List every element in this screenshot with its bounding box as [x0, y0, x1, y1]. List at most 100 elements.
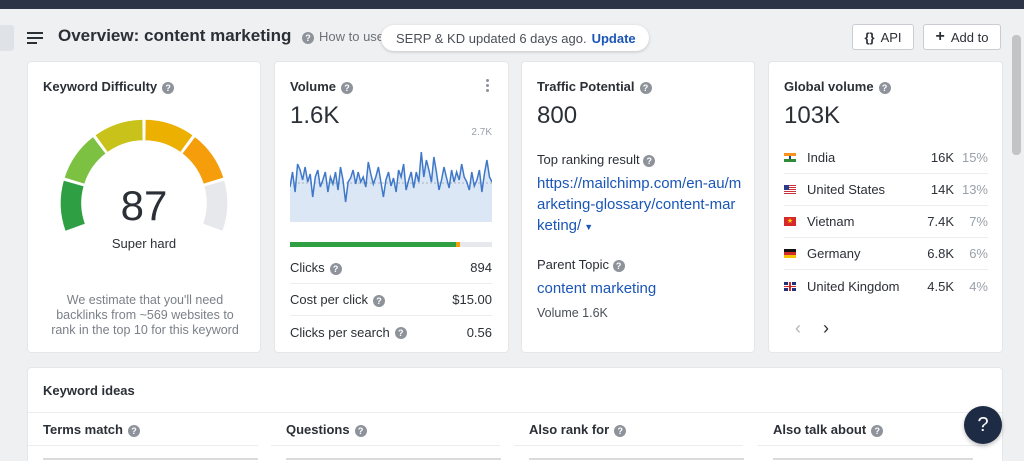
kd-note: We estimate that you'll need backlinks f… — [51, 293, 239, 337]
divider — [757, 445, 987, 446]
help-icon[interactable]: ? — [878, 81, 891, 94]
country-share: 13% — [961, 182, 988, 197]
country-name: United Kingdom — [807, 278, 900, 294]
cut-off-row — [43, 454, 258, 461]
divider — [271, 445, 500, 446]
top-ranking-label-text: Top ranking result — [537, 152, 640, 167]
help-icon[interactable]: ? — [639, 81, 652, 94]
chevron-down-icon[interactable]: ▼ — [584, 222, 593, 232]
country-name: India — [807, 150, 836, 165]
metric-value: 894 — [470, 260, 492, 275]
traffic-value: 800 — [537, 102, 578, 129]
parent-topic-link[interactable]: content marketing — [537, 280, 656, 297]
organic-clicks-segment — [290, 242, 456, 247]
help-icon: ? — [302, 31, 314, 44]
global-volume-card: Global volume? 103K India 16K 15% United St… — [769, 62, 1002, 352]
help-icon[interactable]: ? — [612, 259, 625, 272]
traffic-title-text: Traffic Potential — [537, 79, 635, 94]
help-icon[interactable]: ? — [394, 327, 407, 340]
country-pager: ‹ › — [795, 318, 829, 339]
country-share: 6% — [969, 246, 988, 261]
country-row[interactable]: India 16K 15% — [784, 142, 988, 174]
api-button[interactable]: {} API — [852, 24, 914, 50]
add-to-label: Add to — [950, 29, 989, 45]
column-label: Questions — [286, 422, 350, 437]
how-to-use-label: How to use — [319, 29, 384, 44]
keyword-ideas-title: Keyword ideas — [43, 383, 135, 398]
also-talk-about-header[interactable]: Also talk about? — [773, 422, 884, 437]
country-volume: 7.4K — [927, 214, 954, 229]
kd-label: Super hard — [111, 236, 177, 251]
country-name: United States — [807, 182, 886, 197]
help-icon[interactable]: ? — [614, 424, 627, 437]
help-chat-button[interactable]: ? — [964, 406, 1002, 444]
help-icon[interactable]: ? — [373, 294, 386, 307]
paid-clicks-segment — [456, 242, 460, 247]
top-ranking-result-link[interactable]: https://mailchimp.com/en-au/marketing-gl… — [537, 173, 742, 238]
kd-value: 87 — [120, 182, 168, 229]
terms-match-header[interactable]: Terms match? — [43, 422, 140, 437]
help-icon[interactable]: ? — [329, 262, 342, 275]
volume-title-text: Volume — [290, 79, 336, 94]
help-icon[interactable]: ? — [162, 81, 175, 94]
cut-off-row — [529, 454, 744, 461]
country-row[interactable]: ★ Vietnam 7.4K 7% — [784, 206, 988, 238]
also-rank-for-header[interactable]: Also rank for? — [529, 422, 627, 437]
how-to-use-link[interactable]: ? How to use — [302, 29, 384, 44]
chevron-right-icon[interactable]: › — [823, 318, 829, 339]
country-row[interactable]: United States 14K 13% — [784, 174, 988, 206]
menu-icon[interactable] — [27, 32, 43, 44]
kd-title: Keyword Difficulty? — [43, 79, 175, 94]
column-label: Terms match — [43, 422, 123, 437]
update-button[interactable]: Update — [592, 31, 636, 46]
country-name: Vietnam — [807, 214, 855, 229]
metric-label: Cost per click — [290, 292, 369, 307]
cut-off-row — [773, 454, 973, 461]
flag-gb-icon — [784, 281, 796, 291]
country-volume: 4.5K — [927, 278, 954, 294]
parent-topic-label: Parent Topic ? — [537, 257, 625, 272]
country-name: Germany — [807, 246, 861, 261]
metric-label: Clicks — [290, 260, 325, 275]
help-icon[interactable]: ? — [354, 424, 367, 437]
metric-value: 0.56 — [466, 324, 492, 340]
country-row[interactable]: Germany 6.8K 6% — [784, 238, 988, 270]
column-label: Also rank for — [529, 422, 610, 437]
clicks-distribution-bar — [290, 242, 492, 247]
parent-topic-volume: Volume 1.6K — [537, 306, 608, 320]
add-to-button[interactable]: + Add to — [923, 24, 1001, 50]
volume-card: Volume? 1.6K 2.7K Clicks? 894 Cost per cl… — [275, 62, 508, 352]
country-volume: 6.8K — [927, 246, 954, 261]
divider — [28, 412, 1002, 413]
country-share: 15% — [961, 150, 988, 165]
metric-value: $15.00 — [452, 292, 492, 307]
questions-header[interactable]: Questions? — [286, 422, 367, 437]
divider — [514, 445, 743, 446]
cut-off-row — [286, 454, 501, 461]
help-icon[interactable]: ? — [341, 81, 353, 94]
keyword-ideas-card: Keyword ideas Terms match? Questions? Al… — [28, 368, 1002, 461]
help-icon[interactable]: ? — [871, 424, 884, 437]
page-title: Overview: content marketing — [58, 26, 292, 45]
flag-us-icon — [784, 185, 796, 194]
country-row[interactable]: United Kingdom 4.5K 4% — [784, 270, 988, 302]
code-braces-icon: {} — [864, 29, 875, 45]
top-navigation-bar — [0, 0, 1024, 9]
flag-de-icon — [784, 249, 796, 258]
help-icon[interactable]: ? — [643, 154, 656, 167]
country-share: 7% — [969, 214, 988, 229]
page-scrollbar[interactable] — [1010, 9, 1024, 461]
serp-update-text: SERP & KD updated 6 days ago. — [396, 30, 587, 46]
country-share: 4% — [969, 278, 988, 294]
traffic-potential-card: Traffic Potential? 800 Top ranking resul… — [522, 62, 754, 352]
top-ranking-url[interactable]: https://mailchimp.com/en-au/marketing-gl… — [537, 175, 741, 234]
help-icon[interactable]: ? — [127, 424, 140, 437]
country-volume: 14K — [930, 182, 954, 197]
flag-vn-icon: ★ — [784, 217, 796, 226]
chevron-left-icon[interactable]: ‹ — [795, 318, 801, 339]
scrollbar-thumb[interactable] — [1012, 35, 1021, 155]
more-options-icon[interactable] — [486, 79, 490, 92]
metric-row: Clicks per search? 0.56 — [290, 316, 492, 348]
volume-title: Volume? — [290, 79, 353, 94]
global-title: Global volume? — [784, 79, 891, 94]
